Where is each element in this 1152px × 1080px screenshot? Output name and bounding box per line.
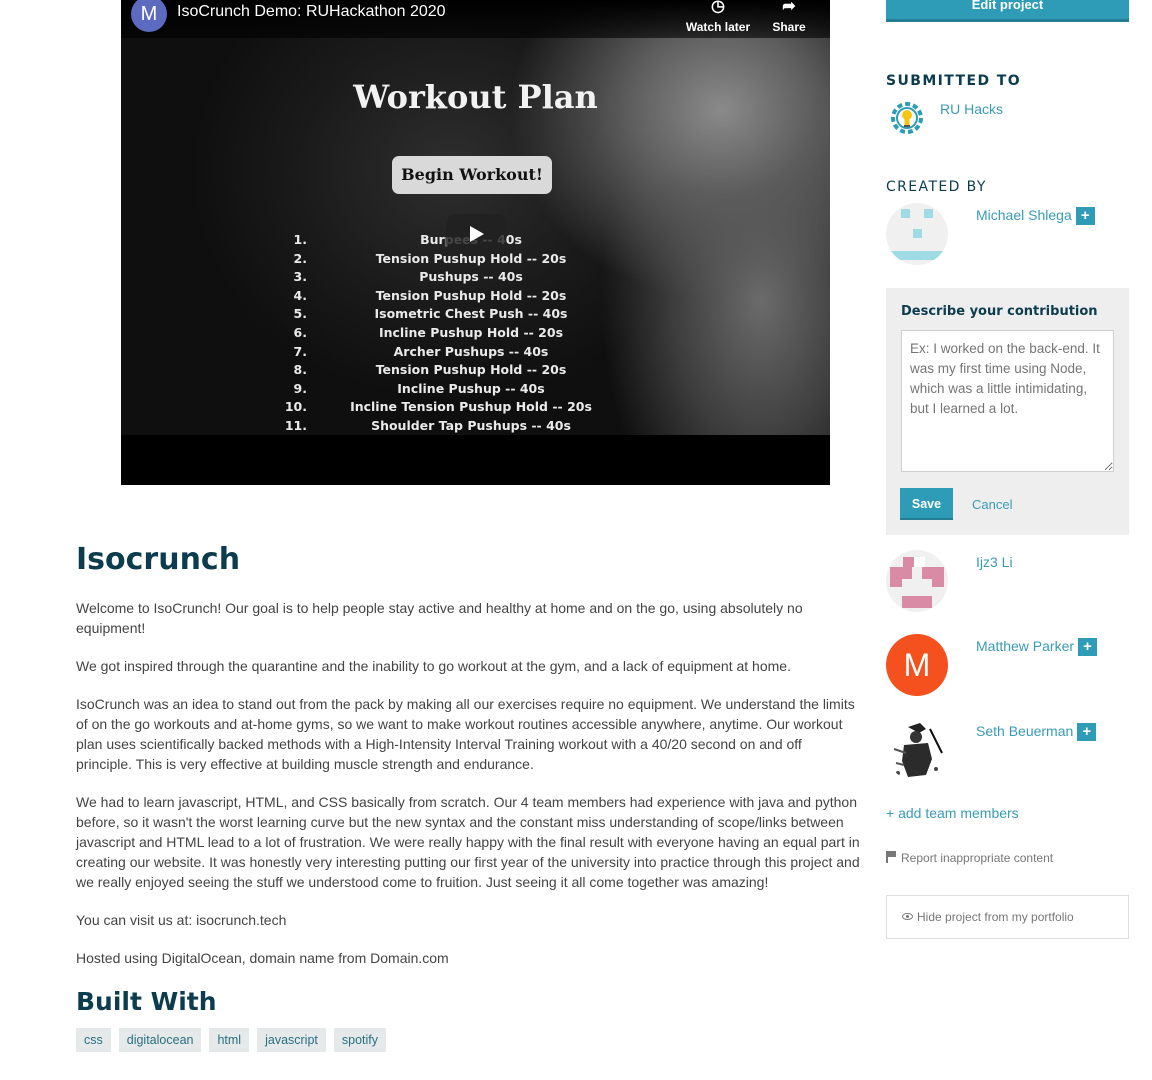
tag-css[interactable]: css xyxy=(76,1028,111,1052)
member-name[interactable]: Matthew Parker xyxy=(976,638,1074,654)
avatar[interactable] xyxy=(886,550,948,612)
hide-project-label[interactable]: Hide project from my portfolio xyxy=(917,910,1074,924)
plan-item: 6. Incline Pushup Hold -- 20s xyxy=(281,325,611,344)
watch-later-label: Watch later xyxy=(685,20,751,34)
description-paragraph: Hosted using DigitalOcean, domain name f… xyxy=(76,950,449,966)
plan-item-number: 5. xyxy=(293,306,307,322)
ru-hacks-logo-icon[interactable] xyxy=(888,99,926,137)
workout-plan-list: 1.Burpees -- 40s2.Tension Pushup Hold --… xyxy=(281,232,611,437)
contribution-label: Describe your contribution xyxy=(901,304,1098,319)
contribution-form: Describe your contribution Save Cancel xyxy=(886,288,1129,535)
flag-icon xyxy=(886,851,897,863)
plan-item: 10. Incline Tension Pushup Hold -- 20s xyxy=(281,399,611,418)
built-with-heading: Built With xyxy=(76,987,217,1016)
team-member: Michael Shlega + xyxy=(886,203,1129,267)
team-member: M Matthew Parker + xyxy=(886,634,1129,698)
plan-item-text: Tension Pushup Hold -- 20s xyxy=(375,362,567,378)
plan-item-number: 8. xyxy=(293,362,307,378)
plan-item-number: 7. xyxy=(293,343,307,359)
slide-begin-button: Begin Workout! xyxy=(392,156,552,194)
project-title: Isocrunch xyxy=(76,542,241,577)
plan-item: 2. Tension Pushup Hold -- 20s xyxy=(281,251,611,270)
share-label: Share xyxy=(772,20,806,34)
watch-later-button[interactable]: ◷ Watch later xyxy=(683,0,753,34)
plan-item: 9. Incline Pushup -- 40s xyxy=(281,381,611,400)
plan-item-text: Shoulder Tap Pushups -- 40s xyxy=(371,417,571,433)
plan-item-number: 10. xyxy=(284,399,307,415)
plan-item: 4. Tension Pushup Hold -- 20s xyxy=(281,288,611,307)
plan-item: 5. Isometric Chest Push -- 40s xyxy=(281,306,611,325)
samurai-avatar-icon xyxy=(893,723,943,777)
video-title[interactable]: IsoCrunch Demo: RUHackathon 2020 xyxy=(177,3,446,21)
team-member: Ijz3 Li xyxy=(886,550,1129,614)
video-frame[interactable]: Workout Plan Begin Workout! 1.Burpees --… xyxy=(121,0,830,435)
member-name[interactable]: Seth Beuerman xyxy=(976,723,1073,739)
save-button[interactable]: Save xyxy=(900,488,953,520)
plan-item-number: 3. xyxy=(293,269,307,285)
plan-item-text: Tension Pushup Hold -- 20s xyxy=(375,287,567,303)
plan-item-text: Incline Pushup -- 40s xyxy=(397,380,545,396)
plan-item-number: 9. xyxy=(293,380,307,396)
plan-item: 7. Archer Pushups -- 40s xyxy=(281,344,611,363)
video-topbar: M IsoCrunch Demo: RUHackathon 2020 ◷ Wat… xyxy=(121,0,830,38)
plan-item: 8. Tension Pushup Hold -- 20s xyxy=(281,362,611,381)
slide-title: Workout Plan xyxy=(353,78,598,116)
tag-digitalocean[interactable]: digitalocean xyxy=(118,1028,202,1052)
tag-html[interactable]: html xyxy=(209,1028,250,1052)
team-member: Seth Beuerman + xyxy=(886,719,1129,783)
plan-item-number: 6. xyxy=(293,324,307,340)
built-with-tags: css digitalocean html javascript spotify xyxy=(76,1028,860,1052)
add-team-members-link[interactable]: + add team members xyxy=(886,805,1019,821)
add-skill-button[interactable]: + xyxy=(1078,638,1098,656)
plan-item-number: 2. xyxy=(293,250,307,266)
channel-avatar[interactable]: M xyxy=(131,0,167,32)
plan-item-text: Incline Tension Pushup Hold -- 20s xyxy=(350,399,592,415)
description-paragraph: Welcome to IsoCrunch! Our goal is to hel… xyxy=(76,600,803,636)
member-name-link[interactable]: Seth Beuerman + xyxy=(976,723,1097,741)
plan-item-number: 11. xyxy=(284,417,307,433)
contribution-textarea[interactable] xyxy=(901,330,1114,472)
plan-item-text: Archer Pushups -- 40s xyxy=(393,343,549,359)
report-link[interactable]: Report inappropriate content xyxy=(886,851,1053,865)
add-skill-button[interactable]: + xyxy=(1075,207,1095,225)
cancel-link[interactable]: Cancel xyxy=(972,497,1012,512)
eye-icon xyxy=(902,913,913,920)
created-by-label: CREATED BY xyxy=(886,179,987,195)
description-paragraph: We got inspired through the quarantine a… xyxy=(76,658,791,674)
plan-item-text: Isometric Chest Push -- 40s xyxy=(374,306,568,322)
hide-project-box: Hide project from my portfolio xyxy=(886,895,1129,939)
hide-project-link[interactable]: Hide project from my portfolio xyxy=(902,910,1074,924)
tag-spotify[interactable]: spotify xyxy=(333,1028,387,1052)
plan-item-text: Incline Pushup Hold -- 20s xyxy=(378,324,564,340)
report-label[interactable]: Report inappropriate content xyxy=(901,851,1053,865)
hackathon-link[interactable]: RU Hacks xyxy=(940,101,1003,117)
share-icon: ➦ xyxy=(782,0,796,15)
share-button[interactable]: ➦ Share xyxy=(754,0,824,34)
plan-item: 3. Pushups -- 40s xyxy=(281,269,611,288)
description-paragraph: You can visit us at: isocrunch.tech xyxy=(76,912,287,928)
submitted-to-label: SUBMITTED TO xyxy=(886,73,1021,89)
member-name[interactable]: Michael Shlega xyxy=(976,207,1072,223)
plan-item-text: Pushups -- 40s xyxy=(419,269,523,285)
play-icon[interactable] xyxy=(446,214,506,254)
avatar[interactable] xyxy=(886,203,948,265)
description-paragraph: We had to learn javascript, HTML, and CS… xyxy=(76,794,860,890)
clock-icon: ◷ xyxy=(711,0,725,15)
tag-javascript[interactable]: javascript xyxy=(257,1028,326,1052)
avatar[interactable]: M xyxy=(886,634,948,696)
member-name-link[interactable]: Ijz3 Li xyxy=(976,554,1013,570)
project-details: Isocrunch Welcome to IsoCrunch! Our goal… xyxy=(76,540,860,1052)
description-paragraph: IsoCrunch was an idea to stand out from … xyxy=(76,696,855,772)
member-name-link[interactable]: Matthew Parker + xyxy=(976,638,1098,656)
video-player[interactable]: Workout Plan Begin Workout! 1.Burpees --… xyxy=(121,0,830,485)
plan-item-number: 1. xyxy=(293,232,307,247)
edit-project-button[interactable]: Edit project xyxy=(886,0,1129,22)
avatar[interactable] xyxy=(886,719,948,781)
plan-item: 11. Shoulder Tap Pushups -- 40s xyxy=(281,418,611,437)
plan-item-number: 4. xyxy=(293,287,307,303)
member-name[interactable]: Ijz3 Li xyxy=(976,554,1013,570)
add-skill-button[interactable]: + xyxy=(1077,723,1097,741)
member-name-link[interactable]: Michael Shlega + xyxy=(976,207,1095,225)
